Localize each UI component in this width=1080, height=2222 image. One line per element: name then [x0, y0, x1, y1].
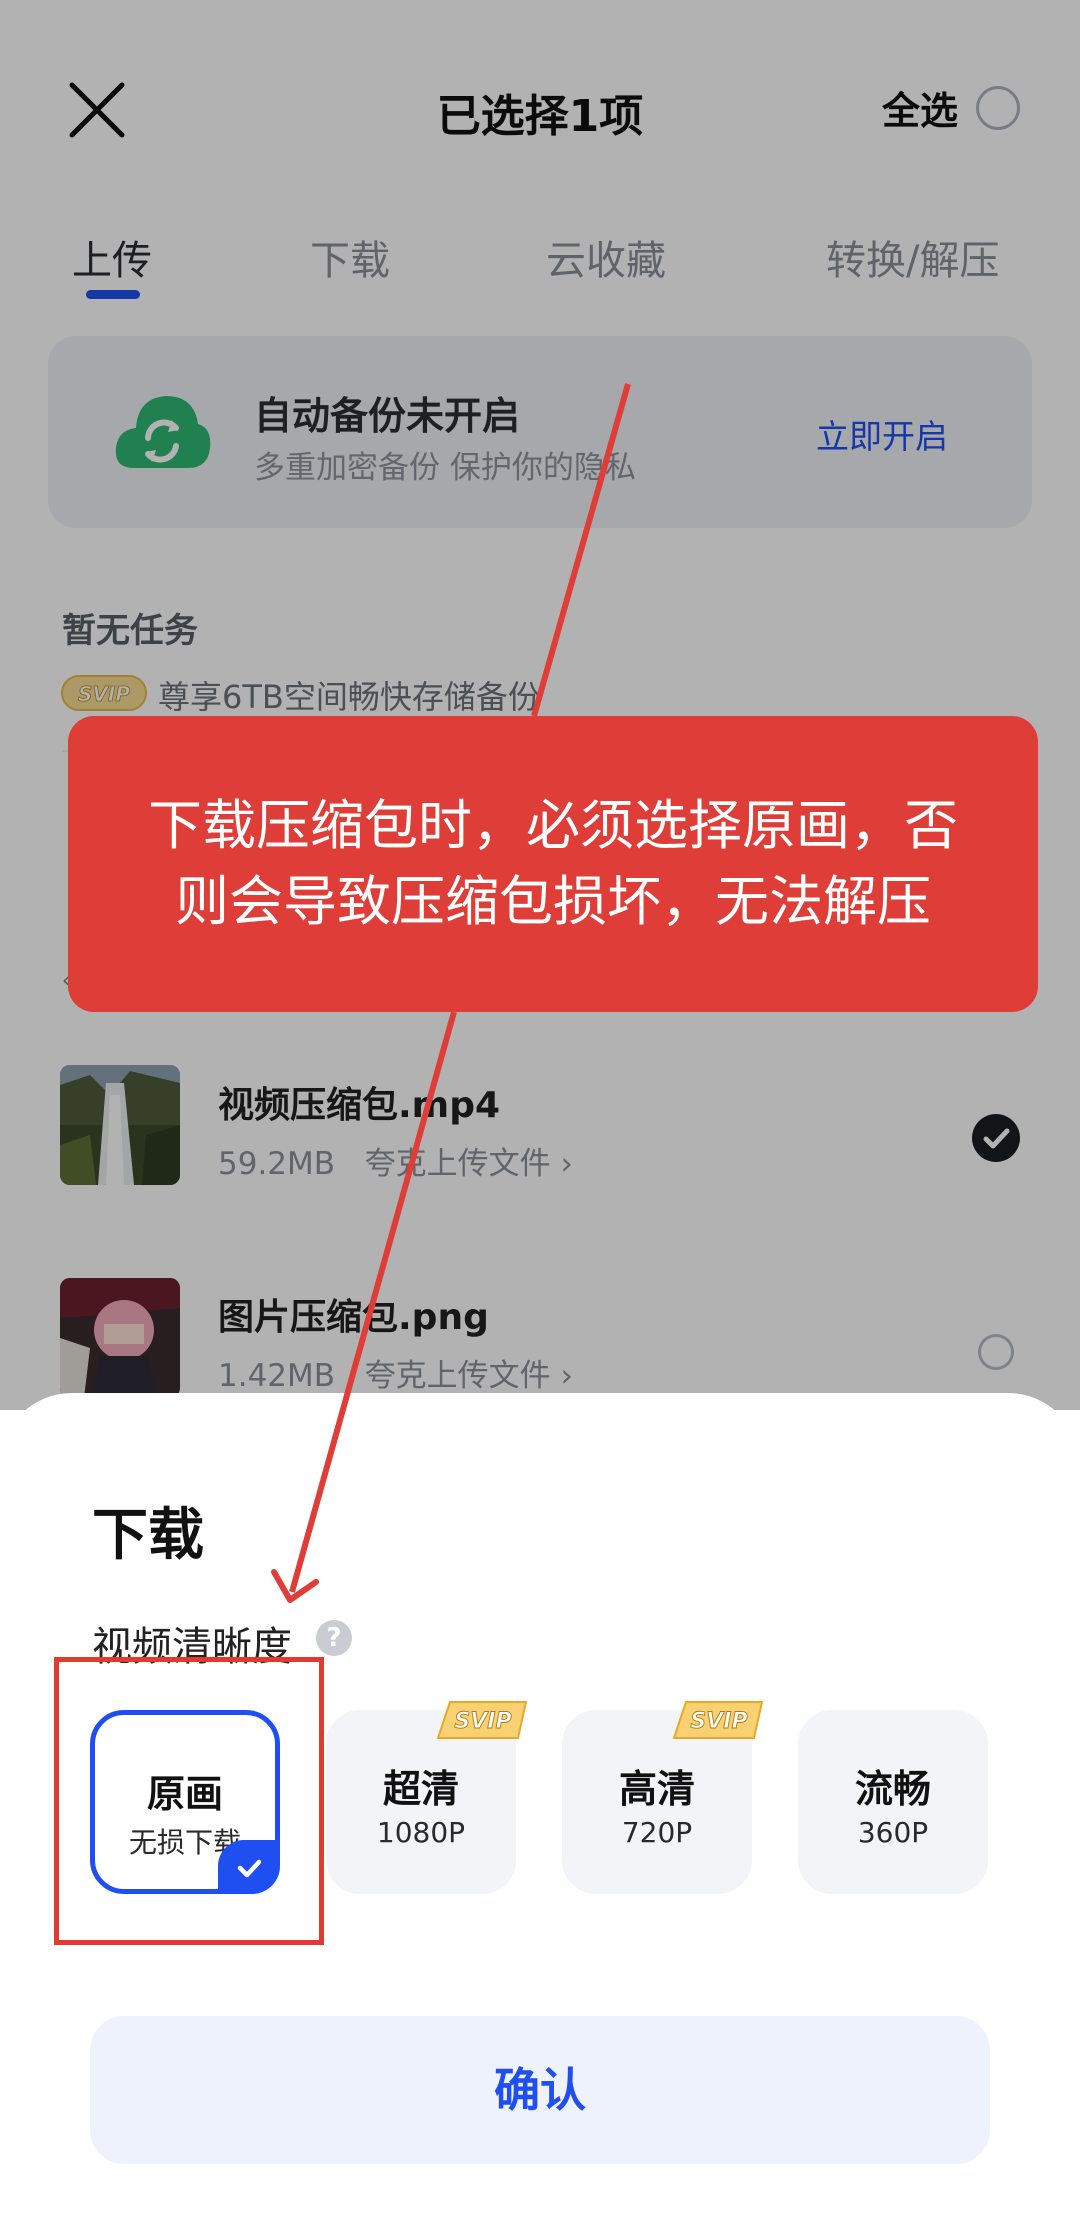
option-subtitle: 720P: [621, 1816, 693, 1849]
annotation-line-2: 则会导致压缩包损坏，无法解压: [175, 870, 931, 933]
option-name: 超清: [382, 1767, 459, 1811]
svip-badge-icon: SVIP: [672, 1700, 764, 1740]
confirm-button[interactable]: 确认: [90, 2016, 990, 2164]
option-subtitle: 1080P: [376, 1816, 466, 1849]
option-subtitle: 360P: [857, 1816, 929, 1849]
help-icon[interactable]: ?: [316, 1620, 352, 1656]
dim-overlay[interactable]: [0, 0, 1080, 1410]
sheet-title: 下载: [92, 1503, 204, 1568]
svip-badge-text: SVIP: [454, 1709, 511, 1734]
highlight-box: [54, 1657, 324, 1945]
option-name: 高清: [618, 1767, 695, 1811]
clarity-option-360p[interactable]: 流畅 360P: [798, 1710, 988, 1894]
svip-badge-icon: SVIP: [436, 1700, 528, 1740]
option-name: 流畅: [854, 1767, 931, 1811]
annotation-text: 下载压缩包时，必须选择原画，否 则会导致压缩包损坏，无法解压: [68, 788, 1038, 940]
annotation-line-1: 下载压缩包时，必须选择原画，否: [148, 794, 958, 857]
svip-badge-text: SVIP: [690, 1709, 747, 1734]
